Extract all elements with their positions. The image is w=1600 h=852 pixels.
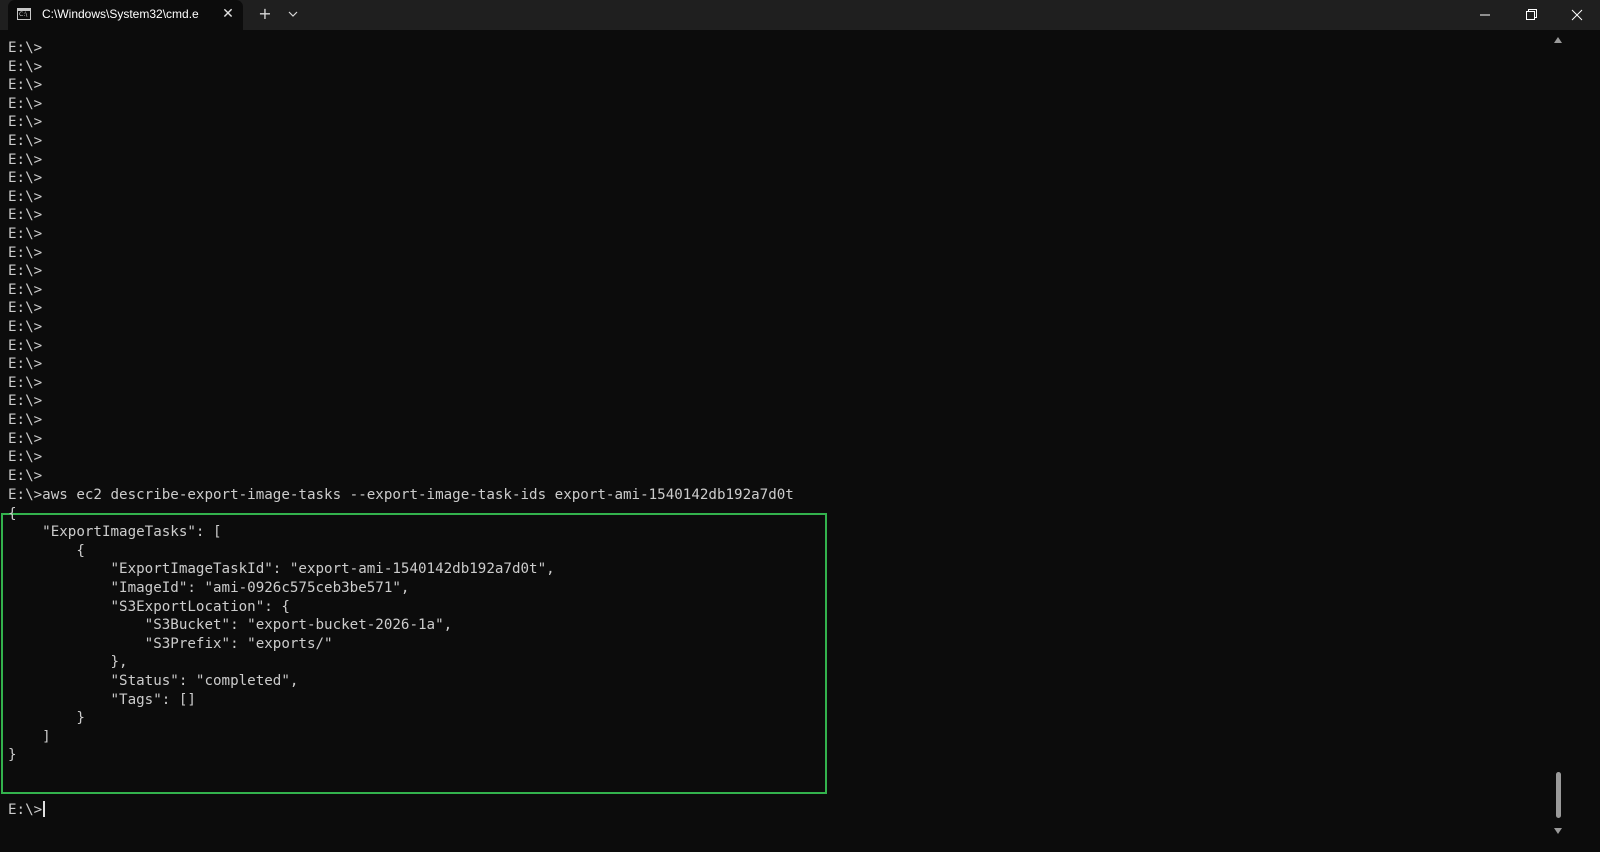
close-tab-icon[interactable]: ✕	[219, 5, 237, 23]
prompt-line: E:\>	[8, 281, 43, 298]
json-output-line: "ExportImageTasks": [	[8, 524, 222, 541]
json-output-line: "S3Bucket": "export-bucket-2026-1a",	[8, 617, 453, 634]
scroll-down-icon[interactable]	[1553, 826, 1563, 836]
prompt-line: E:\>	[8, 151, 43, 168]
prompt-line: E:\>	[8, 393, 43, 410]
json-output-line: "ImageId": "ami-0926c575ceb3be571",	[8, 580, 410, 596]
terminal-output[interactable]: E:\> E:\> E:\> E:\> E:\> E:\> E:\> E:\> E:\> E:\>…	[0, 30, 1548, 852]
window-edge	[1568, 30, 1600, 852]
restore-icon	[1526, 9, 1537, 20]
new-tab-button[interactable]: +	[255, 4, 275, 24]
prompt-line: E:\>	[8, 356, 43, 373]
prompt-line: E:\>	[8, 467, 43, 484]
terminal-window: C:\ C:\Windows\System32\cmd.e ✕ + E:\> E…	[0, 0, 1600, 852]
json-output-line: },	[8, 654, 128, 671]
json-output-line: {	[8, 505, 17, 522]
scroll-up-icon[interactable]	[1553, 35, 1563, 45]
prompt-line: E:\>	[8, 207, 43, 224]
vertical-scrollbar[interactable]	[1548, 30, 1568, 852]
json-output-line: "Tags": []	[8, 691, 196, 708]
tab-cmd[interactable]: C:\ C:\Windows\System32\cmd.e ✕	[8, 0, 243, 30]
text-cursor	[43, 801, 46, 817]
json-output-line: "S3Prefix": "exports/"	[8, 635, 333, 652]
cmd-icon-text: C:\	[19, 11, 28, 18]
prompt-line: E:\>	[8, 170, 43, 187]
close-window-button[interactable]	[1554, 0, 1600, 30]
prompt-line: E:\>	[8, 188, 43, 205]
json-output-line: }	[8, 747, 17, 764]
prompt-line: E:\>	[8, 95, 43, 112]
prompt-line: E:\>	[8, 449, 43, 466]
json-output-line: "S3ExportLocation": {	[8, 598, 290, 615]
json-output-line: ]	[8, 728, 51, 745]
json-output-line: {	[8, 542, 85, 559]
scroll-thumb[interactable]	[1556, 772, 1561, 818]
title-bar: C:\ C:\Windows\System32\cmd.e ✕ +	[0, 0, 1600, 30]
close-icon	[1571, 9, 1583, 21]
restore-button[interactable]	[1508, 0, 1554, 30]
prompt-line: E:\>	[8, 226, 43, 242]
prompt-line: E:\>	[8, 337, 43, 354]
tab-title: C:\Windows\System32\cmd.e	[42, 7, 199, 21]
prompt-line: E:\>	[8, 133, 43, 149]
chevron-down-icon[interactable]	[284, 5, 302, 23]
current-prompt: E:\>	[8, 802, 43, 818]
cmd-icon: C:\	[17, 8, 31, 20]
json-output-line: "Status": "completed",	[8, 673, 299, 689]
prompt-line: E:\>	[8, 263, 43, 280]
json-output-line: }	[8, 710, 85, 727]
prompt-line: E:\>	[8, 430, 43, 447]
prompt-line: E:\>	[8, 300, 43, 317]
prompt-line: E:\>	[8, 319, 43, 335]
prompt-line: E:\>	[8, 77, 43, 94]
minimize-button[interactable]	[1462, 0, 1508, 30]
prompt-line: E:\>	[8, 374, 43, 391]
prompt-line: E:\>	[8, 412, 43, 428]
prompt-line: E:\>	[8, 40, 43, 56]
prompt-line: E:\>	[8, 244, 43, 261]
prompt-line: E:\>	[8, 58, 43, 75]
minimize-icon	[1480, 14, 1490, 16]
current-prompt-line[interactable]: E:\>	[8, 801, 46, 819]
prompt-line: E:\>	[8, 114, 43, 131]
json-output-line: "ExportImageTaskId": "export-ami-1540142…	[8, 561, 555, 578]
command-line: E:\>aws ec2 describe-export-image-tasks …	[8, 487, 794, 503]
